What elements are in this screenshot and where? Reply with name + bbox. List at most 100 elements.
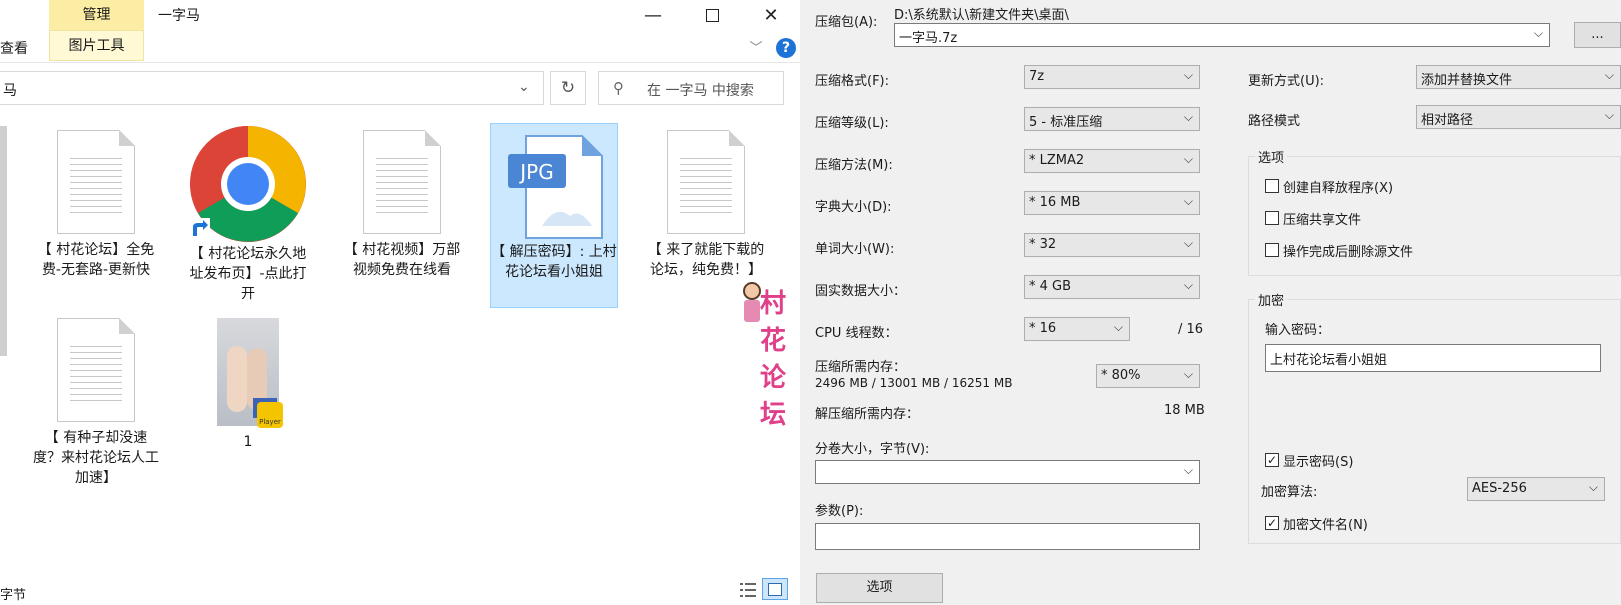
chevron-down-icon[interactable]: ⌵ <box>1534 26 1543 41</box>
encryption-group-title: 加密 <box>1255 290 1288 309</box>
mem-select[interactable]: * 80% ⌵ <box>1096 364 1200 388</box>
details-view-icon[interactable] <box>738 580 758 600</box>
help-icon[interactable]: ? <box>776 38 796 58</box>
word-select[interactable]: * 32 ⌵ <box>1024 233 1200 257</box>
chevron-down-icon[interactable]: ⌵ <box>1184 463 1193 478</box>
file-item[interactable]: Player 1 <box>184 318 312 452</box>
delete-source-label[interactable]: 操作完成后删除源文件 <box>1283 241 1413 260</box>
level-select[interactable]: 5 - 标准压缩 ⌵ <box>1024 107 1200 131</box>
address-bar[interactable]: 马 ⌄ <box>0 71 544 105</box>
mem-value: * 80% <box>1101 368 1141 383</box>
search-icon: ⚲ <box>613 79 624 97</box>
method-label: 压缩方法(M): <box>815 158 893 173</box>
file-item[interactable]: 【 村花论坛永久地址发布页】-点此打开 <box>184 124 312 304</box>
show-password-label[interactable]: 显示密码(S) <box>1283 451 1353 470</box>
shared-checkbox[interactable] <box>1265 211 1279 225</box>
chevron-down-icon: ⌵ <box>1183 194 1193 208</box>
encrypt-names-label[interactable]: 加密文件名(N) <box>1283 514 1368 533</box>
volume-input[interactable]: ⌵ <box>815 460 1200 484</box>
dict-select[interactable]: * 16 MB ⌵ <box>1024 191 1200 215</box>
nav-pane-scrollbar[interactable] <box>0 126 7 356</box>
minimize-button[interactable]: — <box>630 0 676 30</box>
password-value: 上村花论坛看小姐姐 <box>1270 353 1388 368</box>
maximize-button[interactable] <box>689 0 735 30</box>
sfx-checkbox[interactable] <box>1265 179 1279 193</box>
chevron-down-icon: ⌵ <box>1604 68 1614 82</box>
text-document-icon <box>363 130 441 234</box>
file-item[interactable]: 【 村花视频】万部视频免费在线看 <box>338 130 466 280</box>
large-icons-view-icon[interactable] <box>762 578 788 600</box>
tab-view[interactable]: 查看 <box>0 38 28 58</box>
cpu-select[interactable]: * 16 ⌵ <box>1024 317 1130 341</box>
sfx-label[interactable]: 创建自释放程序(X) <box>1283 177 1393 196</box>
format-label: 压缩格式(F): <box>815 74 890 89</box>
enc-method-label: 加密算法: <box>1261 485 1318 500</box>
word-value: * 32 <box>1029 237 1057 252</box>
options-group: 选项 创建自释放程序(X) 压缩共享文件 操作完成后删除源文件 <box>1248 147 1621 276</box>
encrypt-names-checkbox[interactable]: ✓ <box>1265 516 1279 530</box>
file-item-selected[interactable]: JPG 【 解压密码】: 上村花论坛看小姐姐 <box>490 123 618 308</box>
file-item[interactable]: 【 村花论坛】全免费-无套路-更新快 <box>32 130 160 280</box>
encryption-group: 加密 输入密码： 上村花论坛看小姐姐 ✓ 显示密码(S) 加密算法: AES-2… <box>1248 290 1621 544</box>
chevron-down-icon[interactable]: ⌄ <box>518 79 530 95</box>
archive-path: D:\系统默认\新建文件夹\桌面\ <box>894 8 1069 23</box>
player-badge-icon: Player <box>257 402 283 428</box>
dict-value: * 16 MB <box>1029 195 1081 210</box>
options-button[interactable]: 选项 <box>816 573 943 603</box>
file-name: 【 村花论坛永久地址发布页】-点此打开 <box>189 246 307 302</box>
tab-picture-tools[interactable]: 图片工具 <box>49 30 144 61</box>
file-name: 【 村花视频】万部视频免费在线看 <box>343 242 461 278</box>
delete-source-checkbox[interactable] <box>1265 243 1279 257</box>
path-mode-select[interactable]: 相对路径 ⌵ <box>1416 105 1621 129</box>
chevron-down-icon: ⌵ <box>1604 108 1614 122</box>
method-select[interactable]: * LZMA2 ⌵ <box>1024 149 1200 173</box>
chevron-down-icon: ⌵ <box>1113 320 1123 334</box>
file-name: 【 来了就能下载的论坛，纯免费！】 <box>647 242 765 278</box>
file-explorer-window: 管理 图片工具 查看 一字马 — ✕ ﹀ ? 马 ⌄ ↻ ⚲ 在 一字马 中搜索… <box>0 0 800 605</box>
status-bar-size: 字节 <box>0 588 27 603</box>
format-select[interactable]: 7z ⌵ <box>1024 65 1200 89</box>
cpu-label: CPU 线程数： <box>815 326 898 341</box>
shared-label[interactable]: 压缩共享文件 <box>1283 209 1361 228</box>
search-input[interactable]: ⚲ 在 一字马 中搜索 <box>598 71 784 105</box>
chrome-icon <box>188 126 306 242</box>
text-document-icon <box>57 318 135 422</box>
show-password-checkbox[interactable]: ✓ <box>1265 453 1279 467</box>
solid-label: 固实数据大小： <box>815 284 907 299</box>
chevron-down-icon: ⌵ <box>1183 110 1193 124</box>
browse-button[interactable]: ... <box>1574 22 1621 48</box>
window-title: 一字马 <box>158 8 200 24</box>
watermark-text: 村花论坛 <box>760 289 789 430</box>
refresh-button[interactable]: ↻ <box>550 71 586 105</box>
text-document-icon <box>57 130 135 234</box>
path-mode-value: 相对路径 <box>1421 113 1474 128</box>
chevron-down-icon: ⌵ <box>1588 480 1598 494</box>
update-select[interactable]: 添加并替换文件 ⌵ <box>1416 65 1621 89</box>
archive-name-combo[interactable]: 一字马.7z ⌵ <box>894 23 1550 47</box>
file-item[interactable]: 【 有种子却没速度？来村花论坛人工加速】 <box>32 318 160 488</box>
params-input[interactable] <box>815 523 1200 550</box>
text-document-icon <box>667 130 745 234</box>
jpg-badge: JPG <box>518 160 553 184</box>
level-value: 5 - 标准压缩 <box>1029 115 1103 130</box>
tab-manage[interactable]: 管理 <box>49 0 144 30</box>
ribbon: 管理 图片工具 查看 一字马 — ✕ ﹀ ? <box>0 0 800 63</box>
level-label: 压缩等级(L): <box>815 116 889 131</box>
archive-name-value: 一字马.7z <box>899 31 958 46</box>
password-input[interactable]: 上村花论坛看小姐姐 <box>1265 344 1601 372</box>
format-value: 7z <box>1029 69 1045 84</box>
close-button[interactable]: ✕ <box>748 0 794 30</box>
method-value: * LZMA2 <box>1029 153 1085 168</box>
maximize-icon <box>705 8 719 22</box>
file-item[interactable]: 【 来了就能下载的论坛，纯免费！】 <box>642 130 770 280</box>
volume-label: 分卷大小，字节(V): <box>815 442 930 457</box>
refresh-icon: ↻ <box>560 78 576 98</box>
tab-manage-label: 管理 <box>82 7 111 23</box>
solid-select[interactable]: * 4 GB ⌵ <box>1024 275 1200 299</box>
ribbon-collapse-chevron-icon[interactable]: ﹀ <box>746 37 766 57</box>
update-label: 更新方式(U): <box>1248 74 1325 89</box>
add-to-archive-dialog: 压缩包(A): D:\系统默认\新建文件夹\桌面\ 一字马.7z ⌵ ... 压… <box>800 0 1621 605</box>
word-label: 单词大小(W): <box>815 242 895 257</box>
enc-method-select[interactable]: AES-256 ⌵ <box>1467 477 1605 501</box>
path-mode-label: 路径模式 <box>1248 114 1301 129</box>
